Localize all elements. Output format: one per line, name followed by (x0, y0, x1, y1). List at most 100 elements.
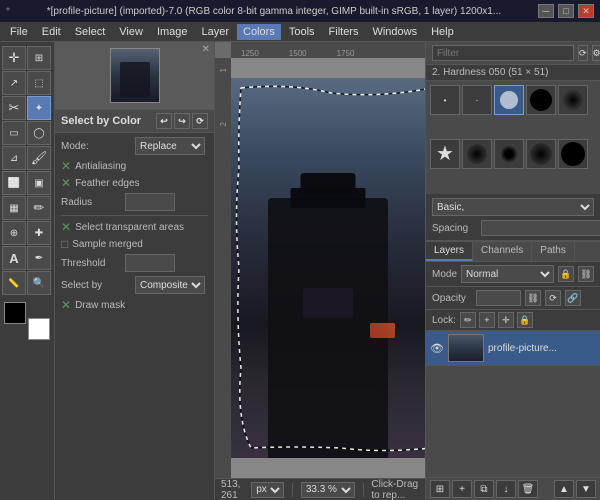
tool-row-10: 📏 🔍 (2, 271, 52, 295)
color-picker-tool[interactable]: ✒ (27, 246, 51, 270)
scissors-tool[interactable]: ✂ (2, 96, 26, 120)
feather-row: ✕ Feather edges (61, 176, 208, 190)
move-tool[interactable]: ✛ (2, 46, 26, 70)
rect-select[interactable]: ▭ (2, 121, 26, 145)
divider (61, 215, 208, 216)
gradient-tool[interactable]: ▦ (2, 196, 26, 220)
crop-tool[interactable]: ⬚ (27, 71, 51, 95)
new-layer-button[interactable]: + (452, 480, 472, 498)
minimize-button[interactable]: ─ (538, 4, 554, 18)
brush-item[interactable]: • (430, 85, 460, 115)
image-preview-panel: ✕ (55, 42, 214, 110)
free-select[interactable]: ⊿ (2, 146, 26, 170)
lock-pixels-button[interactable]: ✏ (460, 312, 476, 328)
opacity-reset-button[interactable]: ⟳ (545, 290, 561, 306)
brush-item[interactable] (494, 139, 524, 169)
brush-refresh-button[interactable]: ⟳ (578, 45, 588, 61)
ellipse-select[interactable]: ◯ (27, 121, 51, 145)
background-color[interactable] (28, 318, 50, 340)
layer-visibility-toggle[interactable]: 👁 (430, 341, 444, 355)
ruler-vertical: 1 2 (215, 58, 231, 478)
lock-position-button[interactable]: ✛ (498, 312, 514, 328)
tool-row-7: ▦ ✏ (2, 196, 52, 220)
tool-row-3: ✂ ✦ (2, 96, 52, 120)
opacity-link-button[interactable]: 🔗 (565, 290, 581, 306)
mode-select[interactable]: Replace Add Subtract Intersect (135, 137, 205, 155)
menu-windows[interactable]: Windows (366, 24, 423, 40)
brush-item[interactable] (526, 139, 556, 169)
menu-file[interactable]: File (4, 24, 34, 40)
menu-layer[interactable]: Layer (196, 24, 236, 40)
close-button[interactable]: ✕ (578, 4, 594, 18)
mode-lock-button[interactable]: 🔒 (558, 266, 574, 282)
opacity-chain-button[interactable]: ⛓ (525, 290, 541, 306)
brush-item-selected[interactable] (494, 85, 524, 115)
layer-down-button[interactable]: ▼ (576, 480, 596, 498)
brush-item[interactable]: ∙ (462, 85, 492, 115)
measure-tool[interactable]: 📏 (2, 271, 26, 295)
paint-tool[interactable]: 🖌 (27, 146, 51, 170)
redo-button[interactable]: ↪ (174, 113, 190, 129)
threshold-input[interactable]: 15.0 (125, 254, 175, 272)
tool-row-1: ✛ ⊞ (2, 46, 52, 70)
tab-layers[interactable]: Layers (426, 242, 473, 261)
menu-view[interactable]: View (113, 24, 149, 40)
right-panel: ⟳ ⚙ 2. Hardness 050 (51 × 51) • ∙ ★ (425, 42, 600, 500)
tool-options-header: Select by Color ↩ ↪ ⟳ (55, 110, 214, 133)
erase-tool[interactable]: ⬜ (2, 171, 26, 195)
spacing-input[interactable]: 10.0 (481, 220, 600, 236)
layers-mode-row: Mode Normal Multiply Screen 🔒 ⛓ (426, 262, 600, 287)
zoom-tool[interactable]: 🔍 (27, 271, 51, 295)
pencil-tool[interactable]: ✏ (27, 196, 51, 220)
menu-filters[interactable]: Filters (323, 24, 365, 40)
blend-mode-select[interactable]: Normal Multiply Screen (461, 265, 554, 283)
brush-category-select[interactable]: Basic, (432, 198, 594, 216)
brush-settings-button[interactable]: ⚙ (592, 45, 600, 61)
heal-tool[interactable]: ✚ (27, 221, 51, 245)
tool-reset-button[interactable]: ⟳ (192, 113, 208, 129)
wand-tool[interactable]: ✦ (27, 96, 51, 120)
canvas-content[interactable]: ➜ (231, 58, 425, 478)
duplicate-layer-button[interactable]: ⧉ (474, 480, 494, 498)
mode-chain-button[interactable]: ⛓ (578, 266, 594, 282)
text-tool[interactable]: A (2, 246, 26, 270)
menu-tools[interactable]: Tools (283, 24, 321, 40)
preview-close[interactable]: ✕ (202, 44, 210, 55)
main-layout: ✛ ⊞ ↗ ⬚ ✂ ✦ ▭ ◯ ⊿ 🖌 ⬜ ▣ ▦ ✏ ⊕ ✚ (0, 42, 600, 500)
selectby-select[interactable]: Composite Red Green Blue (135, 276, 205, 294)
new-layer-group-button[interactable]: ⊞ (430, 480, 450, 498)
menu-help[interactable]: Help (425, 24, 460, 40)
brush-filter-input[interactable] (432, 45, 574, 61)
menu-colors[interactable]: Colors (237, 24, 281, 40)
status-bar: 513, 261 px % 33.3 % 50 % 100 % Click-Dr… (215, 478, 425, 500)
lock-alpha-button[interactable]: + (479, 312, 495, 328)
tool-row-4: ▭ ◯ (2, 121, 52, 145)
menu-select[interactable]: Select (69, 24, 112, 40)
bucket-tool[interactable]: ▣ (27, 171, 51, 195)
undo-button[interactable]: ↩ (156, 113, 172, 129)
layer-item[interactable]: 👁 profile-picture... (426, 331, 600, 366)
scale-tool[interactable]: ↗ (2, 71, 26, 95)
radius-input[interactable]: 10.0 (125, 193, 175, 211)
delete-layer-button[interactable]: 🗑 (518, 480, 538, 498)
maximize-button[interactable]: □ (558, 4, 574, 18)
tab-channels[interactable]: Channels (473, 242, 532, 261)
align-tool[interactable]: ⊞ (27, 46, 51, 70)
zoom-select[interactable]: 33.3 % 50 % 100 % (301, 482, 355, 498)
brush-item[interactable] (526, 85, 556, 115)
brush-item[interactable] (558, 85, 588, 115)
unit-select[interactable]: px % (251, 482, 284, 498)
lock-all-button[interactable]: 🔒 (517, 312, 533, 328)
brush-item[interactable]: ★ (430, 139, 460, 169)
layer-up-button[interactable]: ▲ (554, 480, 574, 498)
menu-edit[interactable]: Edit (36, 24, 67, 40)
merge-layers-button[interactable]: ↓ (496, 480, 516, 498)
tab-paths[interactable]: Paths (532, 242, 575, 261)
brush-item[interactable] (558, 139, 588, 169)
clone-tool[interactable]: ⊕ (2, 221, 26, 245)
foreground-color[interactable] (4, 302, 26, 324)
opacity-input[interactable]: 100.0 (476, 290, 521, 306)
brush-item[interactable] (462, 139, 492, 169)
left-toolbar: ✛ ⊞ ↗ ⬚ ✂ ✦ ▭ ◯ ⊿ 🖌 ⬜ ▣ ▦ ✏ ⊕ ✚ (0, 42, 55, 500)
menu-image[interactable]: Image (151, 24, 194, 40)
